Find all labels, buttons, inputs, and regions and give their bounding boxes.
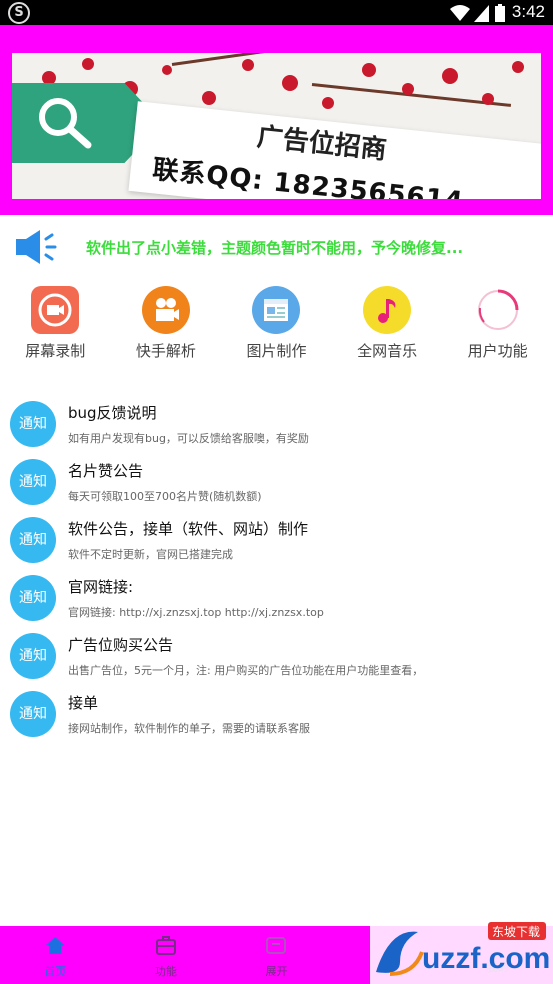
list-item[interactable]: 通知 接单 接网站制作，软件制作的单子，需要的请联系客服 — [0, 685, 553, 743]
notice-list: 通知 bug反馈说明 如有用户发现有bug，可以反馈给客服噢，有奖励 通知 名片… — [0, 395, 553, 743]
uzzf-watermark-logo: uzzf.com 东坡下载 — [370, 918, 553, 984]
feature-label: 快手解析 — [135, 342, 196, 360]
list-item[interactable]: 通知 软件公告，接单（软件、网站）制作 软件不定时更新，官网已搭建完成 — [0, 511, 553, 569]
feature-label: 用户功能 — [467, 342, 528, 360]
music-note-icon — [363, 286, 412, 334]
status-time: 3:42 — [511, 2, 545, 21]
feature-image-maker[interactable]: 图片制作 — [221, 282, 332, 362]
battery-icon — [495, 4, 505, 22]
notice-badge: 通知 — [10, 575, 56, 621]
list-item[interactable]: 通知 名片赞公告 每天可领取100至700名片赞(随机数额) — [0, 453, 553, 511]
notice-title: 官网链接: — [68, 578, 134, 596]
announcement-text: 软件出了点小差错，主题颜色暂时不能用，予今晚修复... — [86, 239, 464, 257]
home-icon — [46, 937, 65, 954]
magnifier-icon — [39, 98, 92, 149]
feature-label: 屏幕录制 — [25, 342, 86, 360]
nav-label: 首页 — [44, 965, 67, 978]
feature-music[interactable]: 全网音乐 — [332, 282, 443, 362]
notice-badge: 通知 — [10, 517, 56, 563]
notice-desc: 每天可领取100至700名片赞(随机数额) — [68, 490, 262, 503]
svg-text:东坡下载: 东坡下载 — [492, 925, 540, 939]
notice-desc: 官网链接: http://xj.znzsxj.top http://xj.znz… — [68, 606, 324, 619]
speaker-icon — [16, 230, 57, 264]
notice-badge: 通知 — [10, 691, 56, 737]
notice-title: 名片赞公告 — [68, 462, 144, 480]
notice-desc: 出售广告位，5元一个月，注: 用户购买的广告位功能在用户功能里查看， — [68, 664, 424, 677]
notice-badge: 通知 — [10, 633, 56, 679]
toolbox-icon — [155, 936, 176, 955]
list-item[interactable]: 通知 广告位购买公告 出售广告位，5元一个月，注: 用户购买的广告位功能在用户功… — [0, 627, 553, 685]
nav-expand[interactable]: 展开 — [221, 926, 332, 984]
notice-title: bug反馈说明 — [68, 404, 157, 422]
wifi-icon — [450, 5, 470, 21]
feature-label: 图片制作 — [246, 342, 307, 360]
notice-badge: 通知 — [10, 459, 56, 505]
nav-features[interactable]: 功能 — [111, 926, 222, 984]
image-document-icon — [252, 286, 301, 334]
nav-label: 展开 — [265, 965, 288, 978]
list-item[interactable]: 通知 bug反馈说明 如有用户发现有bug，可以反馈给客服噢，有奖励 — [0, 395, 553, 453]
screen-record-icon — [31, 286, 80, 334]
feature-kuaishou-parse[interactable]: 快手解析 — [111, 282, 222, 362]
list-item[interactable]: 通知 官网链接: 官网链接: http://xj.znzsxj.top http… — [0, 569, 553, 627]
notice-desc: 软件不定时更新，官网已搭建完成 — [68, 548, 233, 561]
ad-banner-frame: 广告位招商 联系QQ: 1823565614 — [0, 25, 553, 215]
feature-grid: 屏幕录制 快手解析 图片制作 全网音乐 用户功能 — [0, 282, 553, 362]
notice-desc: 如有用户发现有bug，可以反馈给客服噢，有奖励 — [68, 432, 309, 445]
notice-title: 广告位购买公告 — [68, 636, 174, 654]
video-camera-icon — [141, 286, 190, 334]
nav-home[interactable]: 首页 — [0, 926, 111, 984]
signal-icon — [474, 5, 489, 22]
notice-desc: 接网站制作，软件制作的单子，需要的请联系客服 — [68, 722, 310, 735]
notice-title: 接单 — [68, 694, 99, 712]
sogou-icon: S — [8, 2, 30, 24]
feature-screen-record[interactable]: 屏幕录制 — [0, 282, 111, 362]
user-ring-icon — [473, 286, 522, 334]
ad-banner[interactable]: 广告位招商 联系QQ: 1823565614 — [12, 53, 541, 199]
feature-user[interactable]: 用户功能 — [442, 282, 553, 362]
notice-badge: 通知 — [10, 401, 56, 447]
notice-title: 软件公告，接单（软件、网站）制作 — [68, 520, 309, 538]
nav-label: 功能 — [154, 965, 177, 978]
status-bar: S 3:42 — [0, 0, 553, 25]
expand-icon — [266, 937, 287, 954]
announcement-bar: 软件出了点小差错，主题颜色暂时不能用，予今晚修复... — [0, 215, 553, 275]
feature-label: 全网音乐 — [357, 342, 418, 360]
svg-text:uzzf.com: uzzf.com — [422, 942, 550, 975]
